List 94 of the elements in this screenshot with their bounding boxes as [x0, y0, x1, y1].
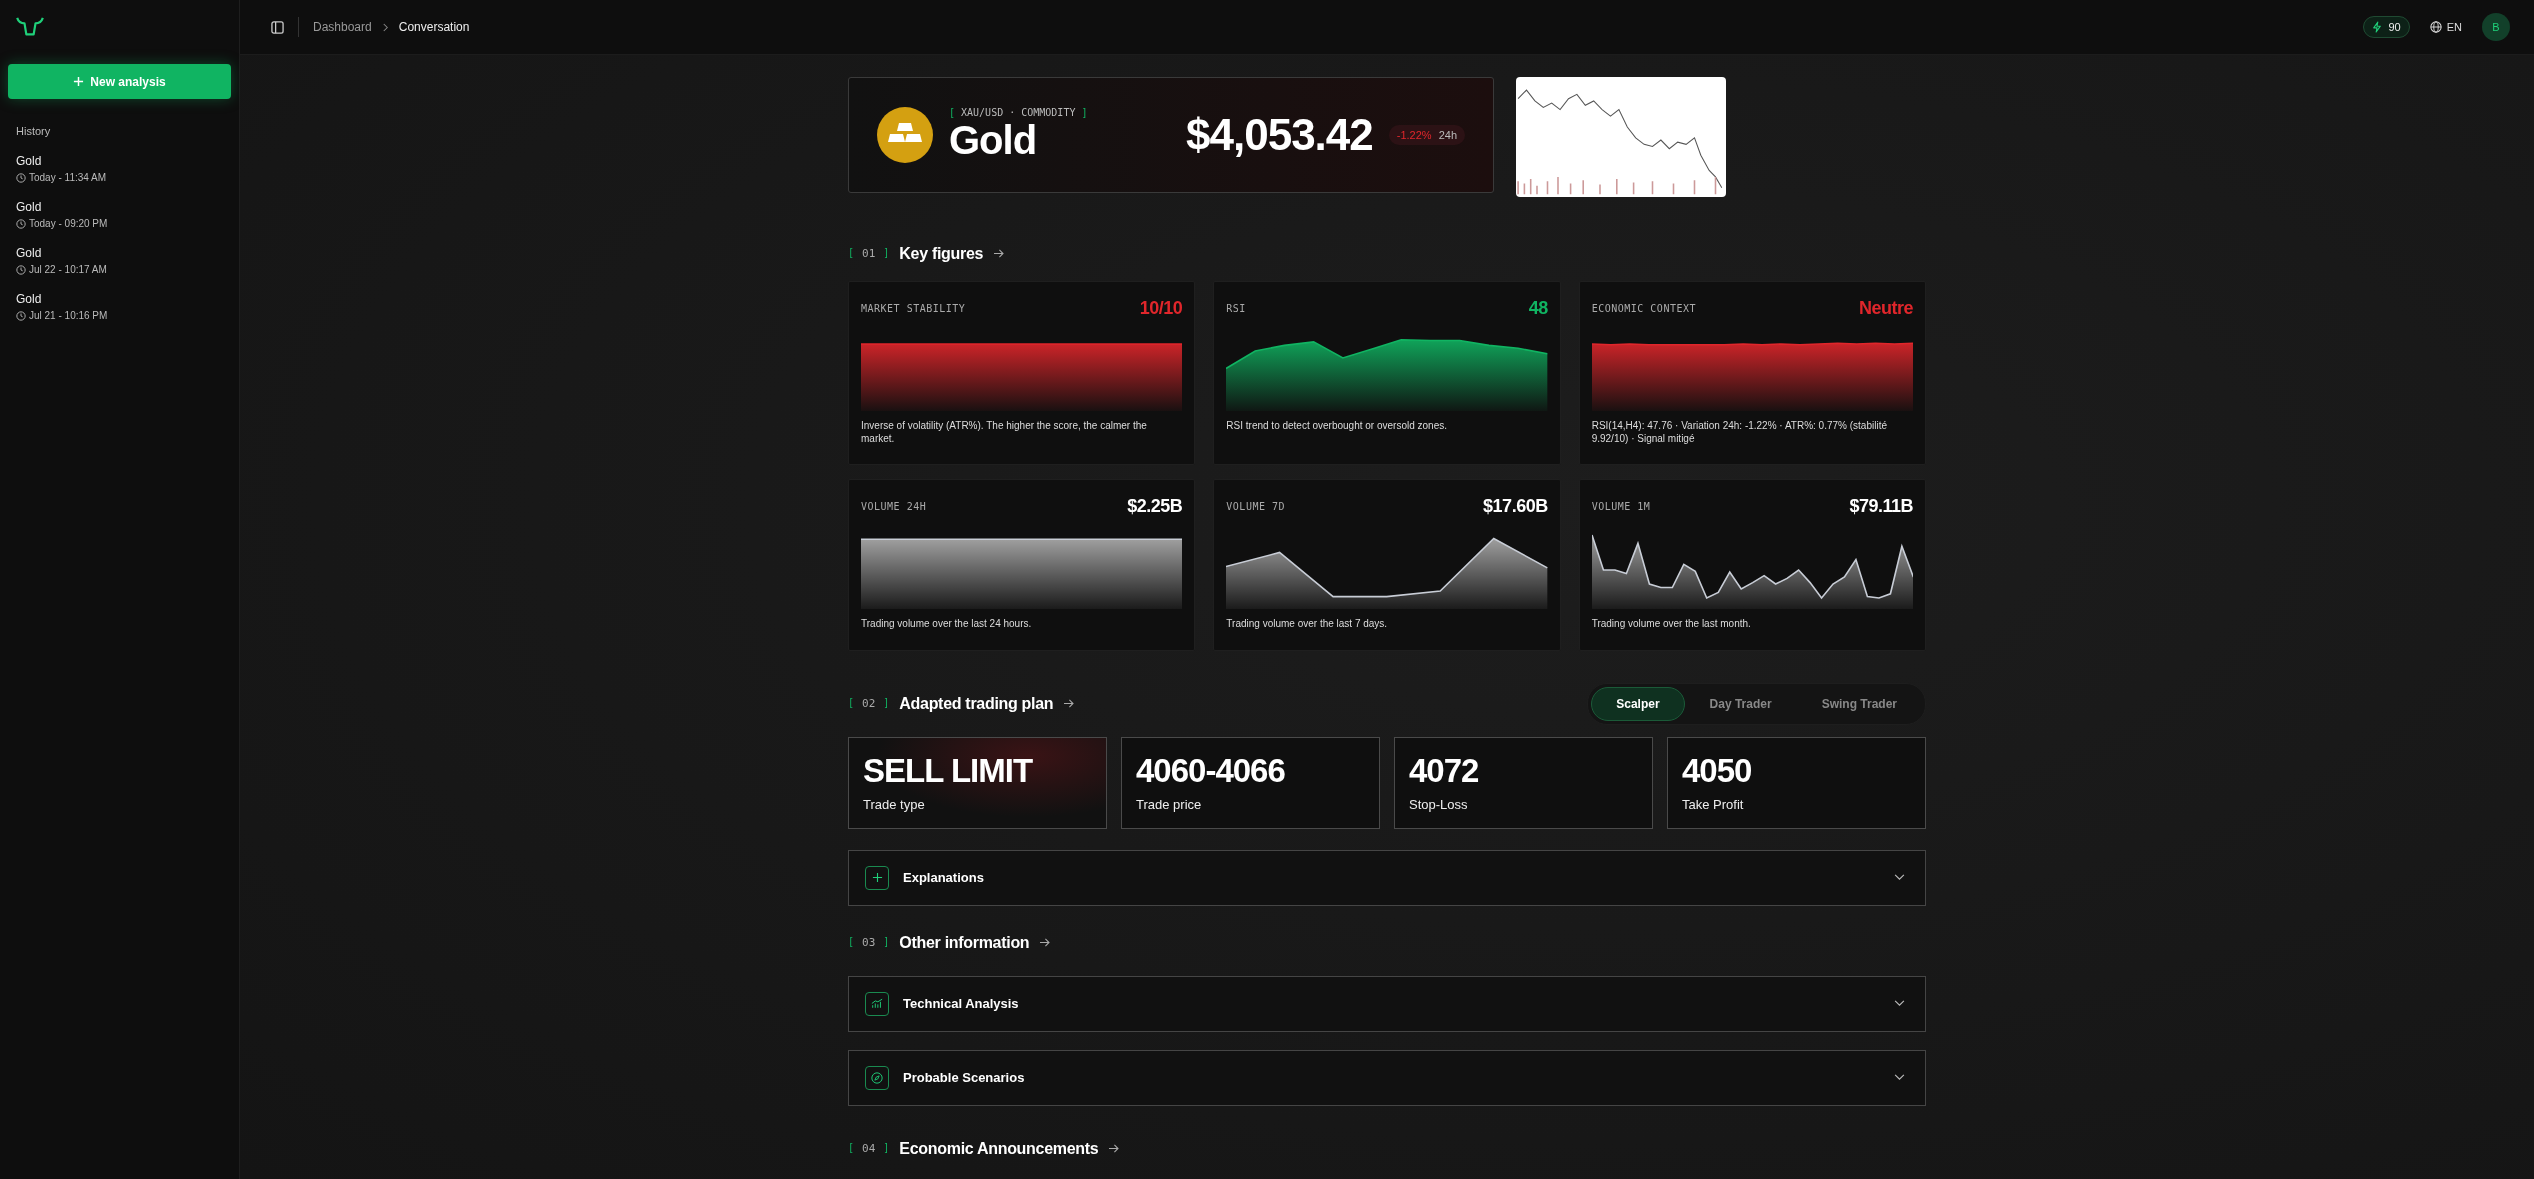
clock-icon [16, 218, 26, 229]
history-item-time: Jul 21 - 10:16 PM [29, 310, 108, 321]
breadcrumb-link[interactable]: Dashboard [313, 20, 372, 34]
plus-icon [73, 76, 85, 87]
metric-label: VOLUME 7D [1226, 500, 1285, 512]
bracket-mark: ] [1081, 107, 1088, 118]
asset-name: Gold [949, 118, 1038, 163]
plus-icon [865, 865, 889, 890]
history-item-time: Today - 09:20 PM [29, 218, 108, 229]
section-number: 03 [862, 936, 876, 949]
trader-mode-tab[interactable]: Swing Trader [1796, 686, 1922, 721]
bracket-mark: ] [883, 247, 890, 260]
metric-value: $17.60B [1483, 495, 1548, 517]
sidebar-toggle-icon[interactable] [271, 20, 284, 34]
clock-icon [16, 172, 26, 183]
metric-value: $79.11B [1849, 495, 1913, 517]
metric-label: ECONOMIC CONTEXT [1591, 302, 1696, 314]
clock-icon [16, 310, 26, 321]
asset-ticker: XAU/USD · COMMODITY [961, 107, 1076, 118]
metric-label: VOLUME 1M [1591, 500, 1651, 512]
price-change-badge: -1.22% 24h [1388, 125, 1465, 145]
history-item-title[interactable]: Gold [16, 292, 42, 306]
info-accordion[interactable]: Probable Scenarios [848, 1049, 1926, 1106]
explanations-accordion[interactable]: Explanations [848, 849, 1926, 906]
arrow-right-icon [1108, 1144, 1120, 1153]
price-chart-thumbnail[interactable] [1516, 77, 1726, 197]
metric-label: MARKET STABILITY [861, 302, 966, 314]
arrow-right-icon [1039, 938, 1051, 947]
trade-value: 4060-4066 [1136, 753, 1286, 787]
info-accordion[interactable]: Technical Analysis [848, 975, 1926, 1032]
user-avatar[interactable]: B [2482, 13, 2510, 41]
bracket-mark: [ [949, 107, 956, 118]
trader-mode-tab[interactable]: Scalper [1591, 686, 1685, 721]
trade-value: SELL LIMIT [863, 753, 1034, 787]
compass-icon [865, 1065, 889, 1090]
section-title: Other information [899, 933, 1030, 952]
globe-icon [2429, 21, 2442, 33]
trade-label: Take Profit [1682, 796, 1745, 812]
history-item-title[interactable]: Gold [16, 154, 42, 168]
metric-value: $2.25B [1127, 495, 1183, 517]
metric-value: 10/10 [1139, 297, 1183, 319]
bracket-mark: ] [883, 1142, 890, 1155]
lightning-icon [2372, 21, 2383, 33]
asset-price: $4,053.42 [1186, 110, 1373, 160]
breadcrumb-current: Conversation [398, 20, 470, 34]
bracket-mark: ] [883, 697, 890, 710]
metric-description: RSI(14,H4): 47.76 · Variation 24h: -1.22% · ATR%: 0.77% (stabilité 9.92/10) · Signal mitigé [1591, 418, 1888, 445]
section-number: 04 [862, 1142, 876, 1155]
bracket-mark: [ [848, 1142, 855, 1155]
history-heading: History [16, 125, 52, 137]
chevron-right-icon [381, 22, 389, 32]
metric-description: Trading volume over the last 7 days. [1226, 616, 1389, 630]
section-number: 02 [862, 697, 876, 710]
bracket-mark: [ [848, 936, 855, 949]
metric-value: 48 [1528, 297, 1548, 319]
metric-value: Neutre [1859, 297, 1913, 319]
metric-description: Inverse of volatility (ATR%). The higher the score, the calmer the market. [861, 418, 1148, 445]
bracket-mark: [ [848, 247, 855, 260]
history-item-time: Jul 22 - 10:17 AM [29, 264, 107, 275]
section-number: 01 [862, 247, 876, 260]
bull-head-logo-icon[interactable] [15, 16, 45, 38]
metric-label: VOLUME 24H [861, 500, 927, 512]
bracket-mark: [ [848, 697, 855, 710]
metric-label: RSI [1226, 302, 1246, 314]
arrow-right-icon [1063, 699, 1075, 708]
history-item-title[interactable]: Gold [16, 246, 42, 260]
arrow-right-icon [993, 249, 1005, 258]
clock-icon [16, 264, 26, 275]
trade-label: Trade price [1136, 796, 1203, 812]
chevron-down-icon [1894, 1000, 1905, 1007]
trade-value: 4050 [1682, 753, 1753, 787]
history-item-title[interactable]: Gold [16, 200, 42, 214]
chevron-down-icon [1894, 1074, 1905, 1081]
trade-value: 4072 [1409, 753, 1480, 787]
trader-mode-tab[interactable]: Day Trader [1684, 686, 1797, 721]
metric-description: RSI trend to detect overbought or oversold zones. [1226, 418, 1448, 432]
section-title: Key figures [899, 244, 984, 263]
metric-description: Trading volume over the last month. [1591, 616, 1752, 630]
bar-chart-icon [865, 991, 889, 1016]
ingots-coin-icon [877, 107, 933, 163]
section-title: Economic Announcements [899, 1139, 1099, 1158]
credits-badge[interactable]: 90 [2363, 16, 2410, 38]
section-title: Adapted trading plan [899, 694, 1054, 713]
accordion-title: Explanations [903, 870, 984, 885]
accordion-title: Probable Scenarios [903, 1070, 1025, 1085]
chevron-down-icon [1894, 874, 1905, 881]
trade-label: Trade type [863, 796, 926, 812]
accordion-title: Technical Analysis [903, 996, 1019, 1011]
metric-description: Trading volume over the last 24 hours. [861, 616, 1033, 630]
bracket-mark: ] [883, 936, 890, 949]
history-item-time: Today - 11:34 AM [29, 172, 107, 183]
language-label[interactable]: EN [2446, 21, 2462, 33]
credits-count: 90 [2388, 21, 2401, 33]
trade-label: Stop-Loss [1409, 796, 1469, 812]
